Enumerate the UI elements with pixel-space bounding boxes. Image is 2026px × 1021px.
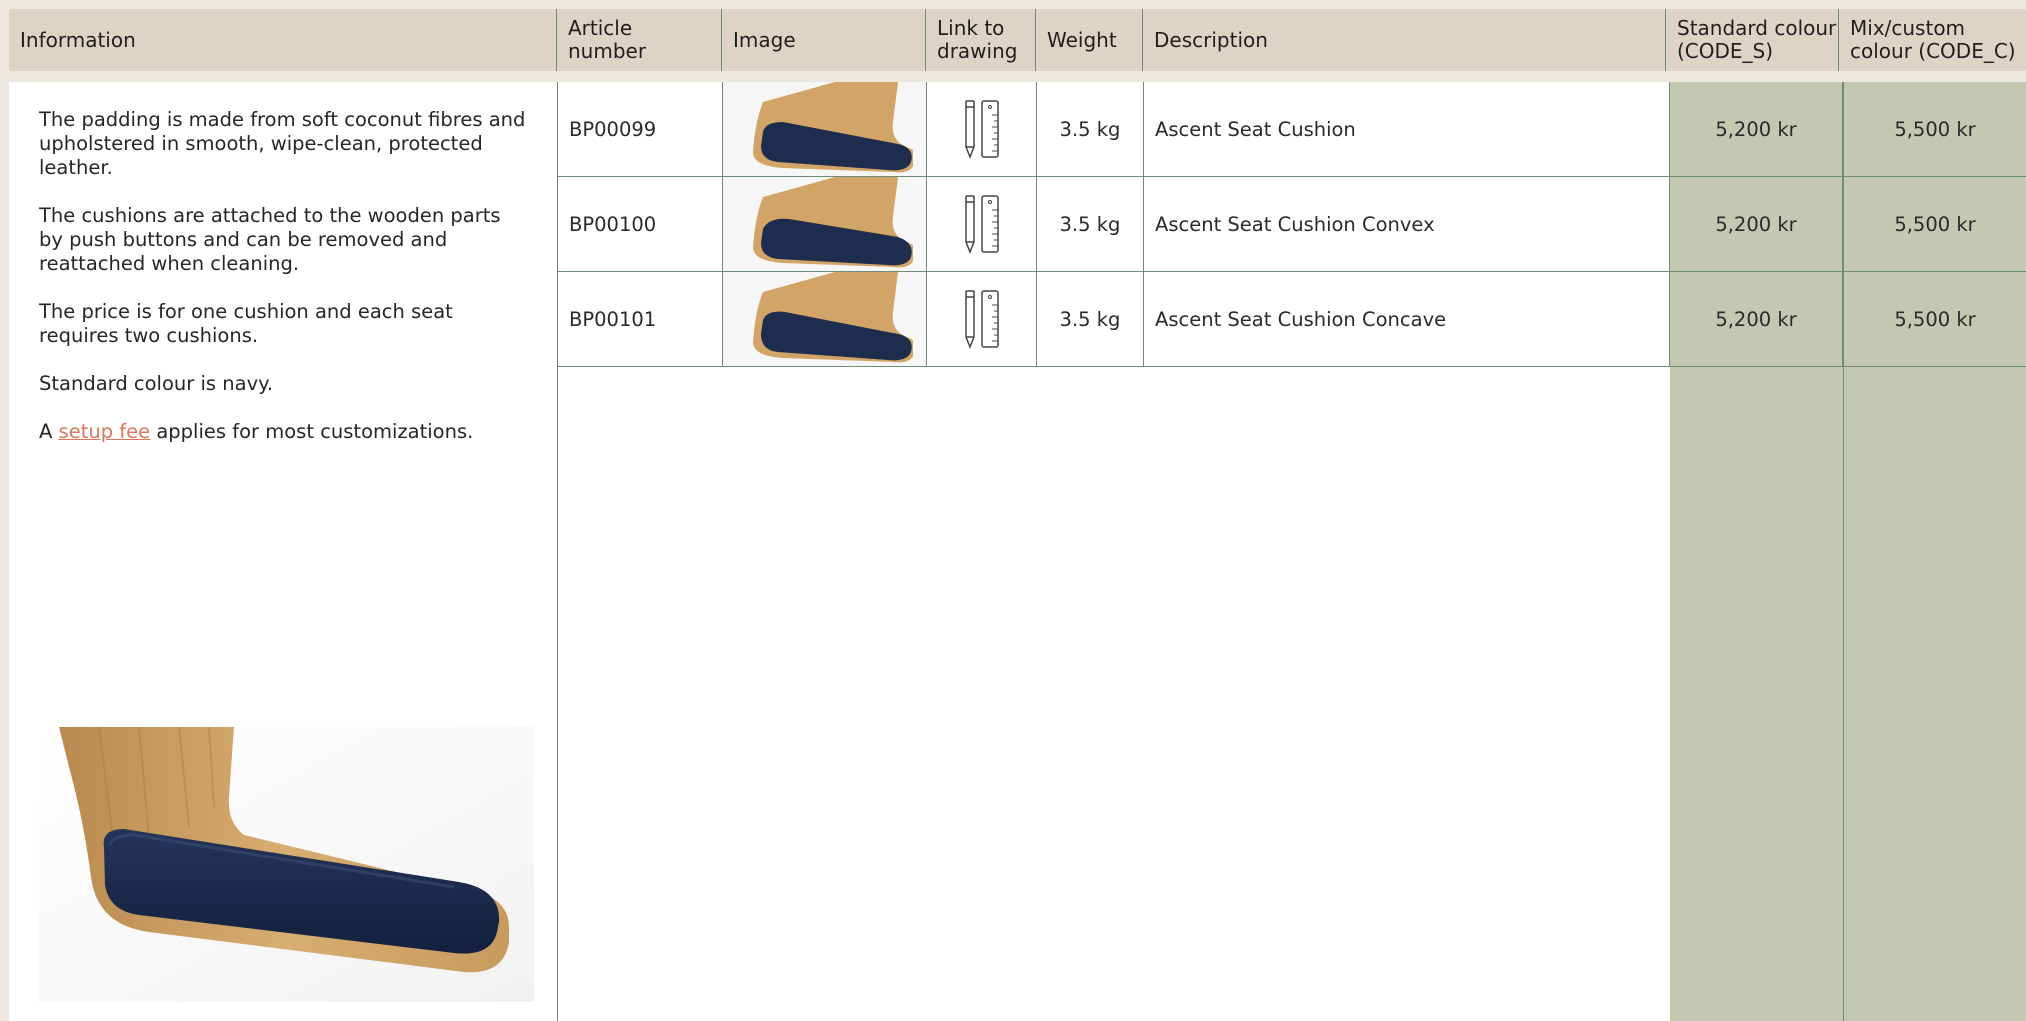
product-table: BP00099 3.5 kg Ascent Seat Cushion 5,200…	[557, 82, 2026, 1021]
header-description: Description	[1143, 9, 1666, 71]
header-article-number: Article number	[557, 9, 722, 71]
drawing-link[interactable]	[927, 272, 1037, 366]
table-row: BP00100 3.5 kg Ascent Seat Cushion Conve…	[558, 177, 2026, 272]
article-number: BP00099	[558, 82, 723, 176]
header-standard-colour: Standard colour (CODE_S)	[1666, 9, 1839, 71]
header-information: Information	[9, 9, 557, 71]
standard-price: 5,200 kr	[1670, 177, 1843, 271]
description-value: Ascent Seat Cushion Convex	[1144, 177, 1670, 271]
standard-price: 5,200 kr	[1670, 272, 1843, 366]
seat-cushion-thumbnail	[723, 82, 926, 176]
seat-cushion-thumbnail	[723, 177, 926, 271]
seat-cushion-photo	[39, 727, 534, 1002]
article-number: BP00100	[558, 177, 723, 271]
standard-price: 5,200 kr	[1670, 82, 1843, 176]
custom-price: 5,500 kr	[1894, 212, 1976, 236]
info-setup-fee-text: A setup fee applies for most customizati…	[39, 420, 474, 443]
table-row: BP00099 3.5 kg Ascent Seat Cushion 5,200…	[558, 82, 2026, 177]
header-mix-custom-colour: Mix/custom colour (CODE_C)	[1850, 16, 2016, 63]
description-value: Ascent Seat Cushion	[1144, 82, 1670, 176]
description-value: Ascent Seat Cushion Concave	[1144, 272, 1670, 366]
info-attachment-text: The cushions are attached to the wooden …	[39, 204, 501, 275]
table-header: Information Article number Image Link to…	[9, 9, 2026, 71]
info-padding-text: The padding is made from soft coconut fi…	[39, 108, 526, 179]
weight-value: 3.5 kg	[1037, 272, 1144, 366]
article-number: BP00101	[558, 272, 723, 366]
pencil-ruler-icon[interactable]	[962, 289, 1002, 349]
custom-price: 5,500 kr	[1894, 307, 1976, 331]
product-thumbnail	[723, 82, 927, 176]
header-weight: Weight	[1036, 9, 1143, 71]
product-thumbnail	[723, 272, 927, 366]
product-thumbnail	[723, 177, 927, 271]
weight-value: 3.5 kg	[1037, 82, 1144, 176]
seat-cushion-thumbnail	[723, 272, 926, 366]
custom-price: 5,500 kr	[1894, 117, 1976, 141]
setup-fee-link[interactable]: setup fee	[59, 420, 151, 443]
weight-value: 3.5 kg	[1037, 177, 1144, 271]
header-link-to-drawing: Link to drawing	[926, 9, 1036, 71]
drawing-link[interactable]	[927, 82, 1037, 176]
header-image: Image	[722, 9, 926, 71]
info-price-text: The price is for one cushion and each se…	[39, 300, 453, 347]
info-standard-colour-text: Standard colour is navy.	[39, 372, 274, 395]
table-row: BP00101 3.5 kg Ascent Seat Cushion Conca…	[558, 272, 2026, 367]
information-panel: The padding is made from soft coconut fi…	[9, 82, 557, 1021]
pencil-ruler-icon[interactable]	[962, 194, 1002, 254]
pencil-ruler-icon[interactable]	[962, 99, 1002, 159]
drawing-link[interactable]	[927, 177, 1037, 271]
